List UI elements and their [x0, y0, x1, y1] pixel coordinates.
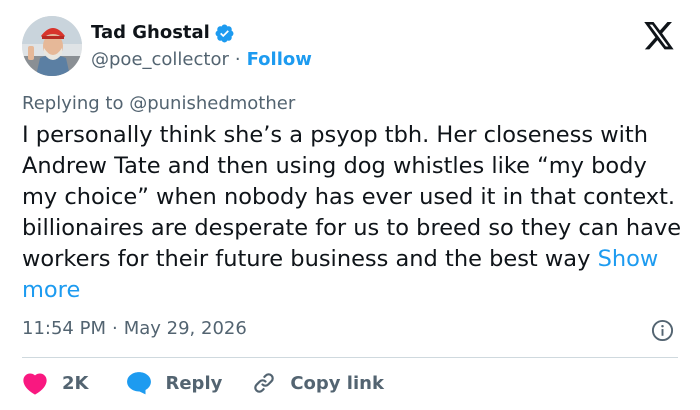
heart-icon [23, 373, 47, 395]
x-logo-icon[interactable] [644, 22, 675, 50]
author-name-row: Tad Ghostal [91, 20, 235, 46]
tweet-date: May 29, 2026 [123, 318, 247, 339]
like-button[interactable]: 2K [22, 372, 88, 395]
tweet-time: 11:54 PM [22, 318, 106, 339]
timestamp-separator: · [111, 318, 118, 339]
follow-button[interactable]: Follow [247, 48, 312, 72]
verified-badge-icon [214, 23, 235, 44]
like-count: 2K [62, 372, 89, 394]
avatar-image [22, 16, 82, 76]
info-icon[interactable] [651, 319, 674, 342]
divider [22, 357, 678, 358]
reply-context: Replying to @punishedmother [22, 92, 295, 116]
tweet-timestamp[interactable]: 11:54 PM · May 29, 2026 [22, 317, 247, 341]
display-name[interactable]: Tad Ghostal [91, 21, 210, 45]
tweet-card: Tad Ghostal @poe_collector · Follow Repl… [0, 0, 700, 410]
author-handle-row: @poe_collector · Follow [91, 48, 312, 72]
link-icon [254, 373, 275, 393]
reply-prefix: Replying to [22, 93, 124, 114]
action-bar: 2K Reply Copy link [22, 370, 384, 396]
tweet-text: I personally think she’s a psyop tbh. He… [22, 120, 682, 306]
avatar[interactable] [22, 16, 82, 76]
tweet-text-content: I personally think she’s a psyop tbh. He… [22, 122, 682, 272]
author-handle[interactable]: @poe_collector [91, 48, 229, 72]
handle-separator: · [234, 49, 241, 70]
reply-button[interactable]: Reply [126, 371, 222, 395]
copy-link-label: Copy link [290, 372, 384, 394]
speech-bubble-icon [127, 372, 152, 395]
reply-mention-link[interactable]: @punishedmother [129, 93, 295, 114]
reply-label: Reply [165, 372, 223, 394]
copy-link-button[interactable]: Copy link [252, 371, 384, 395]
